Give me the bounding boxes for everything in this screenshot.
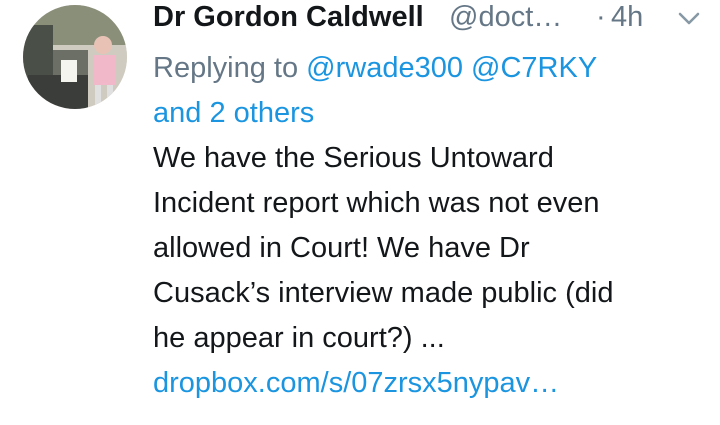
url-link[interactable]: dropbox.com/s/07zrsx5nypav…: [153, 367, 559, 399]
tweet-text-line: Cusack’s interview made public (did: [153, 277, 614, 309]
tweet-text-line: allowed in Court! We have Dr: [153, 232, 530, 264]
avatar[interactable]: [23, 5, 127, 109]
reply-context: Replying to @rwade300 @C7RKY and 2 other…: [153, 46, 693, 136]
author-handle[interactable]: @doct…: [449, 0, 562, 34]
tweet-header: Dr Gordon Caldwell @doct… · 4h: [153, 0, 713, 40]
tweet-text-line: We have the Serious Untoward: [153, 142, 554, 174]
tweet-text-line: he appear in court?) ...: [153, 322, 445, 354]
others-link[interactable]: and 2 others: [153, 97, 314, 129]
avatar-photo: [23, 5, 127, 109]
timestamp[interactable]: 4h: [611, 0, 643, 34]
separator-dot: ·: [596, 1, 606, 33]
tweet-text-line: Incident report which was not even: [153, 187, 600, 219]
reply-prefix: Replying to: [153, 52, 299, 84]
tweet-text: We have the Serious Untoward Incident re…: [153, 136, 713, 406]
chevron-down-icon[interactable]: [677, 10, 701, 28]
mention-link[interactable]: @rwade300: [306, 52, 463, 84]
author-name[interactable]: Dr Gordon Caldwell: [153, 0, 424, 34]
mention-link[interactable]: @C7RKY: [471, 52, 597, 84]
